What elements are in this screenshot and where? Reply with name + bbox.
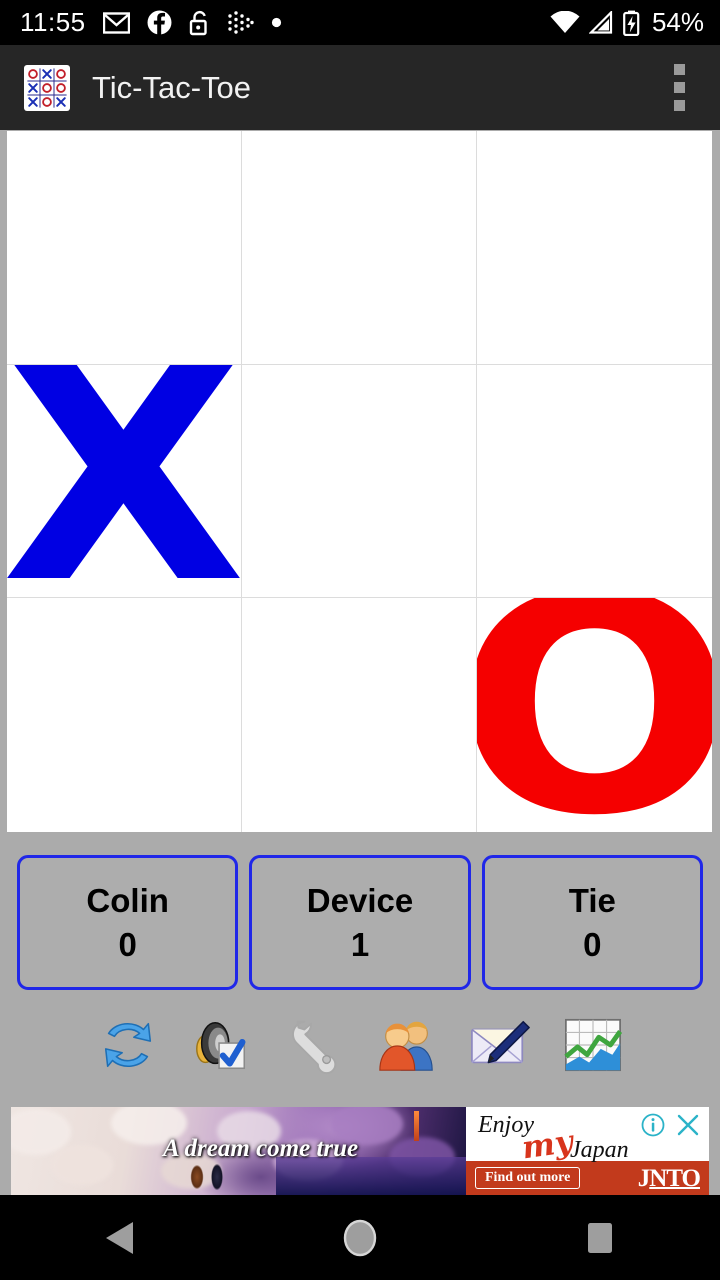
menu-dot <box>673 82 685 93</box>
score-row: Colin 0 Device 1 Tie 0 <box>0 855 720 990</box>
sound-settings-icon[interactable] <box>190 1014 252 1076</box>
back-triangle-icon <box>106 1221 133 1254</box>
ad-info-icon[interactable] <box>641 1113 665 1137</box>
ad-brand-japan: Japan <box>570 1137 629 1163</box>
ad-cta-bar: Find out more JNTO <box>466 1161 709 1195</box>
ad-brand-area: Enjoy my Japan <box>466 1107 709 1166</box>
fitbit-icon <box>227 11 254 34</box>
cellular-signal-icon <box>588 11 613 34</box>
score-value: 0 <box>118 925 137 963</box>
gmail-icon <box>102 11 130 34</box>
board-cell-6[interactable] <box>7 598 242 832</box>
toolbar <box>0 1010 720 1080</box>
cell-mark-o: O <box>477 598 712 832</box>
menu-dot <box>673 64 685 75</box>
ad-banner[interactable]: A dream come true Enjoy my Japan Find ou… <box>11 1107 709 1195</box>
ad-image[interactable]: A dream come true <box>11 1107 466 1195</box>
board-cell-0[interactable] <box>7 131 242 365</box>
dot-icon <box>271 17 281 28</box>
status-bar: 11:55 54% <box>0 0 720 45</box>
restart-icon[interactable] <box>97 1014 159 1076</box>
page-title: Tic-Tac-Toe <box>92 69 252 105</box>
game-board: X O <box>7 131 712 832</box>
android-nav-bar <box>0 1195 720 1280</box>
score-value: 0 <box>583 925 602 963</box>
status-time: 11:55 <box>20 7 86 37</box>
ad-advertiser-logo: JNTO <box>637 1164 701 1192</box>
board-cell-1[interactable] <box>242 131 477 365</box>
two-people-icon[interactable] <box>376 1014 438 1076</box>
ad-cta-button[interactable]: Find out more <box>475 1167 581 1189</box>
wifi-icon <box>550 11 580 33</box>
ad-brand: Enjoy my Japan <box>478 1112 629 1167</box>
app-bar: Tic-Tac-Toe <box>0 45 720 130</box>
ad-tower <box>414 1111 419 1141</box>
facebook-icon <box>147 10 172 35</box>
envelope-pen-icon[interactable] <box>469 1014 531 1076</box>
tic-tac-toe-app-icon <box>24 64 70 111</box>
menu-dot <box>673 100 685 111</box>
board-cell-7[interactable] <box>242 598 477 832</box>
board-cell-3[interactable]: X <box>7 364 242 599</box>
cell-mark-x: X <box>7 364 242 599</box>
score-label: Device <box>306 881 414 919</box>
board-cell-2[interactable] <box>477 131 712 365</box>
score-label: Tie <box>568 881 616 919</box>
home-circle-icon <box>343 1219 377 1256</box>
board-cell-4[interactable] <box>242 364 477 599</box>
ad-close-icon[interactable] <box>675 1112 701 1138</box>
home-button[interactable] <box>240 1218 480 1258</box>
board-cell-5[interactable] <box>477 364 712 599</box>
unlocked-padlock-icon <box>189 10 207 35</box>
status-bar-right: 54% <box>550 7 720 38</box>
ad-brand-my: my <box>519 1123 576 1167</box>
score-card-tie[interactable]: Tie 0 <box>481 855 703 990</box>
score-card-device[interactable]: Device 1 <box>249 855 471 990</box>
status-bar-left: 11:55 <box>0 7 282 38</box>
board-cell-8[interactable]: O <box>477 598 712 832</box>
back-button[interactable] <box>0 1220 240 1256</box>
recents-square-icon <box>588 1222 612 1253</box>
wrench-settings-icon[interactable] <box>283 1014 345 1076</box>
ad-tagline: A dream come true <box>163 1135 359 1162</box>
overflow-menu-button[interactable] <box>666 64 692 111</box>
score-card-player[interactable]: Colin 0 <box>17 855 239 990</box>
score-label: Colin <box>86 881 169 919</box>
ad-right-panel[interactable]: Enjoy my Japan Find out more JNTO <box>466 1107 709 1195</box>
battery-charging-icon <box>623 10 640 36</box>
recents-button[interactable] <box>480 1221 720 1255</box>
statistics-chart-icon[interactable] <box>562 1014 624 1076</box>
score-value: 1 <box>350 925 370 963</box>
battery-percent: 54% <box>651 7 704 37</box>
